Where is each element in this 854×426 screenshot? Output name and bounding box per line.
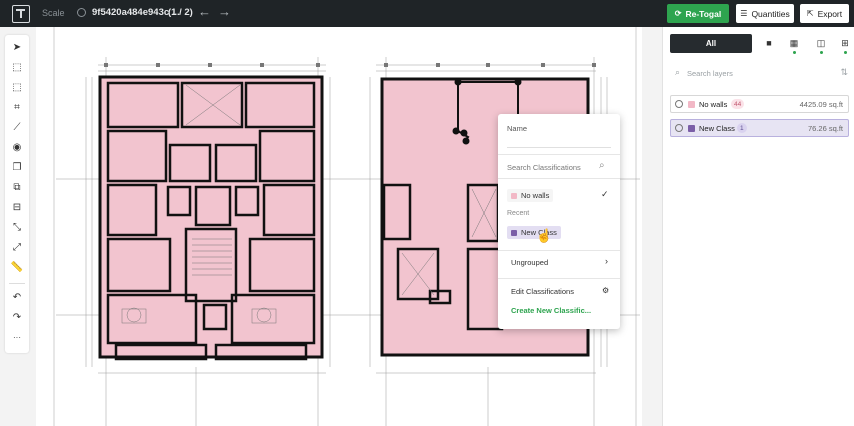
- layer-area: 76.26 sq.ft: [807, 124, 843, 133]
- tab-all[interactable]: All: [670, 34, 752, 53]
- list-icon: ☰: [740, 9, 748, 18]
- ungrouped-item[interactable]: Ungrouped: [511, 258, 548, 267]
- classification-no-walls[interactable]: No walls: [507, 189, 554, 202]
- export-label: Export: [817, 8, 843, 19]
- select-box-icon[interactable]: ⬚: [9, 59, 25, 75]
- chevron-right-icon: ›: [605, 256, 608, 266]
- redo-icon[interactable]: ↷: [9, 309, 25, 325]
- scale-button[interactable]: Scale: [42, 8, 65, 18]
- sort-icon[interactable]: ⇅: [840, 67, 848, 78]
- circle-point-icon[interactable]: ◉: [9, 139, 25, 155]
- popup-divider: [498, 178, 620, 179]
- toolbar-divider: [9, 283, 25, 284]
- no-walls-swatch: [511, 192, 517, 199]
- polygon-icon[interactable]: ⬚: [9, 79, 25, 95]
- classification-dropdown: Name Search Classifications ⌕ No walls ✓…: [498, 114, 620, 329]
- tab-grid-icon[interactable]: ▦: [788, 37, 800, 49]
- next-page-arrow-icon[interactable]: →: [218, 4, 231, 19]
- file-title[interactable]: 9f5420a484e943c ...: [92, 7, 180, 18]
- tab-linear-icon[interactable]: ◫: [815, 37, 827, 49]
- popup-divider: [498, 154, 620, 155]
- layer-name: New Class: [699, 124, 735, 133]
- layer-count-badge: 1: [737, 123, 747, 133]
- edit-classifications-item[interactable]: Edit Classifications: [511, 287, 574, 296]
- app-logo-icon[interactable]: [12, 5, 30, 23]
- search-icon: ⌕: [675, 67, 681, 77]
- recent-label: Recent: [507, 210, 530, 217]
- layer-search-placeholder: Search layers: [687, 69, 733, 78]
- layer-search[interactable]: ⌕ Search layers ⇅: [670, 64, 850, 83]
- undo-icon[interactable]: ↶: [9, 289, 25, 305]
- retogal-label: Re-Togal: [685, 8, 722, 19]
- layer-color-swatch: [688, 125, 695, 132]
- ruler-icon[interactable]: 📏: [9, 259, 25, 275]
- search-icon: ⌕: [599, 160, 605, 171]
- more-options-icon[interactable]: ···: [9, 329, 25, 345]
- copy-area-icon[interactable]: ⧉: [9, 179, 25, 195]
- new-class-swatch: [511, 229, 517, 236]
- retogal-icon: ⟳: [674, 9, 682, 18]
- quantities-button[interactable]: ☰ Quantities: [736, 4, 794, 23]
- layer-row-no-walls[interactable]: No walls 44 4425.09 sq.ft: [670, 95, 849, 113]
- create-new-classification-item[interactable]: Create New Classific...: [511, 306, 591, 315]
- no-walls-label: No walls: [521, 191, 550, 200]
- layer-count-badge: 44: [731, 99, 745, 109]
- hand-cursor-icon: ☝: [536, 228, 553, 243]
- edit-settings-icon: ⚙: [602, 286, 610, 295]
- crop-icon[interactable]: ⌗: [9, 99, 25, 115]
- export-icon: ⇱: [806, 9, 814, 18]
- name-input[interactable]: [507, 136, 611, 148]
- cursor-icon[interactable]: ➤: [9, 39, 25, 55]
- export-button[interactable]: ⇱ Export: [800, 4, 849, 23]
- tab-count-status-dot: [844, 51, 847, 54]
- prev-page-arrow-icon[interactable]: ←: [198, 4, 211, 19]
- layer-check-icon[interactable]: [675, 124, 683, 132]
- layer-area: 4425.09 sq.ft: [799, 100, 843, 109]
- tab-area-icon[interactable]: ■: [763, 37, 775, 49]
- name-label: Name: [507, 124, 528, 133]
- tab-count-icon[interactable]: ⊞: [839, 37, 851, 49]
- status-check-icon: [77, 8, 86, 17]
- popup-divider: [498, 278, 620, 279]
- layer-filter-tabs: All ■ ▦ ◫ ⊞: [670, 34, 851, 54]
- tab-linear-status-dot: [820, 51, 823, 54]
- layer-row-new-class[interactable]: New Class 1 76.26 sq.ft: [670, 119, 849, 137]
- measure-icon[interactable]: ⤡: [9, 219, 25, 235]
- tab-grid-status-dot: [793, 51, 796, 54]
- layer-color-swatch: [688, 101, 695, 108]
- classification-search-input[interactable]: Search Classifications: [507, 163, 581, 172]
- popup-divider: [498, 250, 620, 251]
- page-counter: (1 / 2): [168, 7, 193, 18]
- layers-panel: All ■ ▦ ◫ ⊞ ⌕ Search layers ⇅ No walls 4…: [662, 27, 854, 426]
- duplicate-icon[interactable]: ❐: [9, 159, 25, 175]
- layer-check-icon[interactable]: [675, 100, 683, 108]
- quantities-label: Quantities: [751, 8, 790, 19]
- classification-new-class[interactable]: New Class: [507, 226, 561, 239]
- ruler-diagonal-icon[interactable]: ⤢: [9, 239, 25, 255]
- line-icon[interactable]: ⟋: [9, 119, 25, 135]
- merge-icon[interactable]: ⊟: [9, 199, 25, 215]
- tool-palette: ➤ ⬚ ⬚ ⌗ ⟋ ◉ ❐ ⧉ ⊟ ⤡ ⤢ 📏 ↶ ↷ ···: [5, 35, 29, 353]
- retogal-button[interactable]: ⟳ Re-Togal: [667, 4, 729, 23]
- checkmark-icon: ✓: [601, 189, 609, 199]
- top-bar: Scale 9f5420a484e943c ... (1 / 2) ← → ⟳ …: [0, 0, 854, 27]
- layer-name: No walls: [699, 100, 728, 109]
